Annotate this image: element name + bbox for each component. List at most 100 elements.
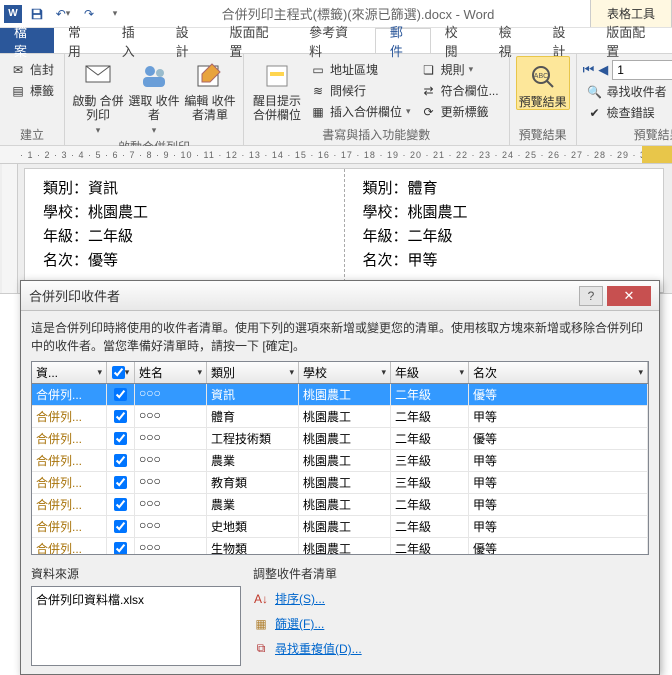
- data-source-item[interactable]: 合併列印資料檔.xlsx: [36, 591, 236, 608]
- highlight-merge-fields-button[interactable]: 醒目提示 合併欄位: [250, 56, 304, 123]
- horizontal-ruler[interactable]: · 1 · 2 · 3 · 4 · 5 · 6 · 7 · 8 · 9 · 10…: [0, 146, 672, 164]
- cell-rank: 優等: [469, 384, 648, 405]
- row-checkbox[interactable]: [114, 542, 127, 554]
- col-school[interactable]: 學校▾: [299, 362, 391, 383]
- select-all-checkbox[interactable]: [112, 366, 125, 379]
- refine-label: 調整收件者清單: [253, 565, 649, 582]
- table-body[interactable]: 合併列...○○○資訊桃園農工二年級優等合併列...○○○體育桃園農工二年級甲等…: [32, 384, 648, 554]
- table-row[interactable]: 合併列...○○○史地類桃園農工二年級甲等: [32, 516, 648, 538]
- edit-recipient-list-button[interactable]: 編輯 收件者清單: [183, 56, 237, 123]
- preview-results-button[interactable]: ABC預覽結果: [516, 56, 570, 110]
- tab-home[interactable]: 常用: [54, 28, 108, 53]
- refine-panel: 調整收件者清單 A↓排序(S)... ▦篩選(F)... ⧉尋找重複值(D)..…: [253, 565, 649, 666]
- ribbon-tabs: 檔案 常用 插入 設計 版面配置 參考資料 郵件 校閱 檢視 設計 版面配置: [0, 28, 672, 54]
- group-write-label: 書寫與插入功能變數: [250, 124, 503, 143]
- group-preview-label2: 預覽結果: [583, 124, 672, 143]
- row-checkbox[interactable]: [114, 388, 127, 401]
- greeting-line-button[interactable]: ≋問候行: [306, 81, 415, 100]
- find-duplicates-link[interactable]: ⧉尋找重複值(D)...: [253, 636, 649, 661]
- cell-type: 生物類: [207, 538, 299, 554]
- record-number-input[interactable]: [612, 60, 672, 80]
- row-checkbox[interactable]: [114, 454, 127, 467]
- cell-rank: 甲等: [469, 494, 648, 515]
- tab-design[interactable]: 設計: [162, 28, 216, 53]
- label-line: 類別：體育: [363, 177, 646, 201]
- labels-button[interactable]: ▤標籤: [6, 81, 58, 100]
- table-row[interactable]: 合併列...○○○體育桃園農工二年級甲等: [32, 406, 648, 428]
- cell-source: 合併列...: [32, 516, 107, 537]
- col-rank[interactable]: 名次▾: [469, 362, 648, 383]
- first-record-button[interactable]: ⏮: [583, 62, 595, 78]
- label-cell-1[interactable]: 類別：資訊 學校：桃園農工 年級：二年級 名次：優等: [25, 169, 345, 292]
- table-row[interactable]: 合併列...○○○工程技術類桃園農工二年級優等: [32, 428, 648, 450]
- table-row[interactable]: 合併列...○○○農業桃園農工二年級甲等: [32, 494, 648, 516]
- filter-link[interactable]: ▦篩選(F)...: [253, 611, 649, 636]
- select-recipients-button[interactable]: 選取 收件者▾: [127, 56, 181, 136]
- tab-view[interactable]: 檢視: [485, 28, 539, 53]
- tab-layout[interactable]: 版面配置: [215, 28, 295, 53]
- row-checkbox[interactable]: [114, 410, 127, 423]
- label-line: 名次：甲等: [363, 249, 646, 273]
- col-name[interactable]: 姓名▾: [135, 362, 207, 383]
- tab-references[interactable]: 參考資料: [295, 28, 375, 53]
- cell-school: 桃園農工: [299, 450, 391, 471]
- check-errors-button[interactable]: ✔檢查錯誤: [583, 103, 672, 122]
- cell-type: 史地類: [207, 516, 299, 537]
- tab-table-layout[interactable]: 版面配置: [592, 28, 672, 53]
- cell-school: 桃園農工: [299, 494, 391, 515]
- ribbon: ✉信封 ▤標籤 建立 啟動 合併列印▾ 選取 收件者▾ 編輯 收件者清單 啟動合…: [0, 54, 672, 146]
- cell-name: ○○○: [135, 450, 207, 471]
- sort-link[interactable]: A↓排序(S)...: [253, 586, 649, 611]
- cell-type: 工程技術類: [207, 428, 299, 449]
- col-grade[interactable]: 年級▾: [391, 362, 469, 383]
- cell-source: 合併列...: [32, 538, 107, 554]
- cell-source: 合併列...: [32, 450, 107, 471]
- cell-source: 合併列...: [32, 384, 107, 405]
- dialog-help-button[interactable]: ?: [579, 286, 603, 306]
- cell-grade: 二年級: [391, 516, 469, 537]
- group-preview-nav: ⏮ ◀ 🔍尋找收件者 ✔檢查錯誤 預覽結果: [577, 54, 672, 145]
- table-row[interactable]: 合併列...○○○資訊桃園農工二年級優等: [32, 384, 648, 406]
- tab-review[interactable]: 校閱: [431, 28, 485, 53]
- tab-table-design[interactable]: 設計: [538, 28, 592, 53]
- rules-button[interactable]: ❏規則▾: [417, 60, 503, 79]
- update-labels-button[interactable]: ⟳更新標籤: [417, 102, 503, 121]
- row-checkbox[interactable]: [114, 476, 127, 489]
- tab-insert[interactable]: 插入: [108, 28, 162, 53]
- match-fields-button[interactable]: ⇄符合欄位...: [417, 81, 503, 100]
- tab-mailings[interactable]: 郵件: [375, 28, 431, 53]
- label-cell-2[interactable]: 類別：體育 學校：桃園農工 年級：二年級 名次：甲等: [345, 169, 664, 292]
- cell-school: 桃園農工: [299, 384, 391, 405]
- dialog-titlebar[interactable]: 合併列印收件者 ? ✕: [21, 281, 659, 311]
- cell-rank: 優等: [469, 538, 648, 554]
- prev-record-button[interactable]: ◀: [598, 62, 608, 78]
- row-checkbox[interactable]: [114, 498, 127, 511]
- table-row[interactable]: 合併列...○○○生物類桃園農工二年級優等: [32, 538, 648, 554]
- mail-merge-recipients-dialog: 合併列印收件者 ? ✕ 這是合併列印時將使用的收件者清單。使用下列的選項來新增或…: [20, 280, 660, 675]
- table-row[interactable]: 合併列...○○○教育類桃園農工三年級甲等: [32, 472, 648, 494]
- col-check[interactable]: ▾: [107, 362, 135, 383]
- col-source[interactable]: 資...▾: [32, 362, 107, 383]
- row-checkbox[interactable]: [114, 432, 127, 445]
- label-line: 年級：二年級: [363, 225, 646, 249]
- sort-icon: A↓: [253, 591, 269, 607]
- envelopes-button[interactable]: ✉信封: [6, 60, 58, 79]
- find-recipient-button[interactable]: 🔍尋找收件者: [583, 82, 672, 101]
- label-line: 名次：優等: [43, 249, 326, 273]
- col-type[interactable]: 類別▾: [207, 362, 299, 383]
- address-block-button[interactable]: ▭地址區塊: [306, 60, 415, 79]
- row-checkbox[interactable]: [114, 520, 127, 533]
- envelope-icon: ✉: [10, 62, 26, 78]
- insert-merge-field-button[interactable]: ▦插入合併欄位▾: [306, 102, 415, 121]
- match-icon: ⇄: [421, 83, 437, 99]
- cell-school: 桃園農工: [299, 406, 391, 427]
- tab-file[interactable]: 檔案: [0, 28, 54, 53]
- dialog-close-button[interactable]: ✕: [607, 286, 651, 306]
- table-row[interactable]: 合併列...○○○農業桃園農工三年級甲等: [32, 450, 648, 472]
- vertical-ruler[interactable]: [2, 164, 18, 293]
- cell-type: 農業: [207, 450, 299, 471]
- check-icon: ✔: [587, 105, 603, 121]
- start-mail-merge-button[interactable]: 啟動 合併列印▾: [71, 56, 125, 136]
- data-source-list[interactable]: 合併列印資料檔.xlsx: [31, 586, 241, 666]
- dialog-description: 這是合併列印時將使用的收件者清單。使用下列的選項來新增或變更您的清單。使用核取方…: [31, 319, 649, 355]
